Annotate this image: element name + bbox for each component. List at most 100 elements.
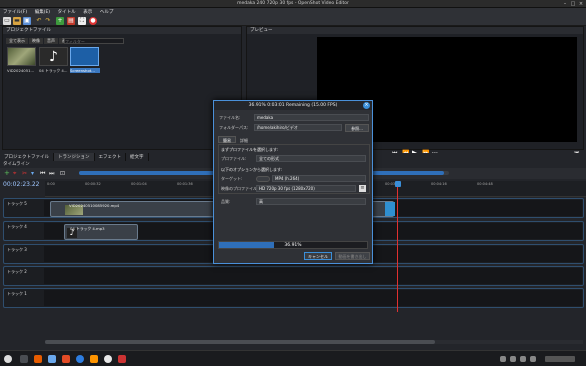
undo-icon[interactable]: ↶ — [35, 17, 43, 25]
tab-project-files[interactable]: プロジェクトファイル — [0, 153, 54, 161]
file-thumb-video[interactable] — [7, 47, 36, 66]
filter-all[interactable]: 全て表示 — [6, 38, 28, 44]
track-body[interactable] — [44, 290, 582, 306]
options-section-label: 以下のオプションから選択します: — [221, 167, 283, 172]
tab-simple[interactable]: 簡易 — [218, 136, 236, 143]
ubuntu-software-icon[interactable] — [34, 355, 42, 363]
files-icon[interactable] — [48, 355, 56, 363]
next-marker-icon[interactable]: ⏭ — [49, 170, 54, 178]
tab-advanced[interactable]: 詳細 — [236, 137, 252, 144]
minimize-icon[interactable]: – — [562, 1, 568, 7]
chrome-icon[interactable] — [104, 355, 112, 363]
project-files-header: プロジェクトファイル — [3, 27, 241, 34]
close-icon[interactable]: × — [363, 102, 370, 109]
ruler-label: 00:00:32 — [85, 182, 101, 186]
track-name: トラック 3 — [7, 247, 27, 252]
clock[interactable] — [545, 356, 575, 362]
menu-view[interactable]: 表示 — [80, 8, 95, 16]
file-label-audio: 04 トラック 4... — [39, 68, 68, 73]
profile-icon[interactable]: ▤ — [67, 17, 75, 25]
previous-marker-icon[interactable]: ⏮ — [40, 170, 45, 178]
file-label-image: Screenshot... — [70, 68, 100, 73]
app-icon[interactable] — [62, 355, 70, 363]
export-video-icon[interactable]: ● — [89, 17, 97, 25]
timecode-display: 00:02:23.22 — [3, 181, 40, 188]
menu-bar: ファイル(F) 編集(E) タイトル 表示 ヘルプ — [0, 8, 586, 16]
playhead-handle[interactable] — [395, 181, 401, 187]
fullscreen-icon[interactable]: ⛶ — [78, 17, 86, 25]
track-name: トラック 5 — [7, 201, 27, 206]
export-dialog: 36.91% 0:03:01 Remaining (15.00 FPS) × フ… — [213, 100, 373, 264]
profile-select[interactable]: 全ての形式 — [256, 155, 366, 162]
tab-emojis[interactable]: 絵文字 — [126, 153, 149, 161]
import-files-icon[interactable]: + — [56, 17, 64, 25]
battery-icon[interactable] — [530, 356, 536, 362]
new-project-icon[interactable]: ▭ — [3, 17, 11, 25]
maximize-icon[interactable]: □ — [570, 1, 576, 7]
open-folder-icon[interactable]: ▬ — [13, 17, 21, 25]
tray-icon[interactable] — [500, 356, 506, 362]
desktop-icon[interactable] — [20, 355, 28, 363]
file-label-video: VID2024051... — [7, 68, 35, 73]
menu-edit[interactable]: 編集(E) — [32, 8, 53, 16]
filter-audio[interactable]: 音声 — [44, 38, 58, 44]
timeline-scrollbar[interactable] — [45, 340, 583, 344]
target-icon — [256, 176, 270, 182]
clip-label: VID20240510085920.mp4 — [69, 203, 120, 208]
add-track-icon[interactable]: + — [4, 169, 10, 177]
video-profile-select[interactable]: HD 720p 30 fps (1280x720) — [256, 185, 356, 192]
quality-select[interactable]: 高 — [256, 198, 366, 205]
folder-field[interactable]: /home/akihiro/ビデオ — [254, 124, 342, 131]
export-progress-bar: 36.91% — [218, 241, 368, 249]
redo-icon[interactable]: ↷ — [44, 17, 52, 25]
filter-video[interactable]: 映像 — [29, 38, 43, 44]
network-icon[interactable] — [510, 356, 516, 362]
dialog-title: 36.91% 0:03:01 Remaining (15.00 FPS) — [248, 103, 338, 108]
center-playhead-icon[interactable]: ⊡ — [60, 170, 65, 177]
openshot-icon[interactable] — [118, 355, 126, 363]
firefox-icon[interactable] — [90, 355, 98, 363]
track-name: トラック 1 — [7, 291, 27, 296]
browser-icon[interactable] — [76, 355, 84, 363]
track-2[interactable]: トラック 2 — [3, 266, 584, 286]
window-title: medaka 240 720p 30 fps - OpenShot Video … — [237, 1, 349, 6]
menu-file[interactable]: ファイル(F) — [0, 8, 30, 16]
track-body[interactable] — [44, 268, 582, 284]
app-menu-icon[interactable] — [4, 355, 12, 363]
dialog-titlebar: 36.91% 0:03:01 Remaining (15.00 FPS) × — [214, 101, 372, 110]
ruler-label: 00:04:48 — [477, 182, 493, 186]
profile-label: プロファイル: — [221, 156, 247, 161]
ruler-label: 00:04:16 — [431, 182, 447, 186]
audio-clip[interactable]: ♪ 04 トラック 4.mp3 — [64, 224, 138, 240]
clip-selection-handle[interactable] — [385, 202, 395, 216]
ruler-label: 00:01:36 — [177, 182, 193, 186]
main-toolbar: ▭ ▬ ▣ ↶ ↷ + ▤ ⛶ ● — [0, 16, 586, 26]
edit-profile-icon[interactable]: ≡ — [359, 185, 366, 192]
target-select[interactable]: MP4 (h.264) — [272, 175, 366, 182]
browse-button[interactable]: 参照... — [345, 124, 369, 132]
export-button[interactable]: 動画を書き出し — [335, 252, 370, 260]
cancel-button[interactable]: キャンセル — [304, 252, 332, 260]
taskbar — [0, 350, 586, 366]
menu-title[interactable]: タイトル — [55, 8, 79, 16]
snap-icon[interactable]: ⌖ — [13, 170, 16, 178]
tab-effects[interactable]: エフェクト — [95, 153, 126, 161]
close-icon[interactable]: × — [578, 1, 584, 7]
filename-label: ファイル名: — [219, 115, 241, 120]
profile-section-label: まずプロファイルを選択します: — [221, 147, 279, 152]
filename-field[interactable]: medaka — [254, 114, 369, 121]
project-files-panel: プロジェクトファイル 全て表示映像音声画像 VID2024051... ♪ 04… — [2, 26, 242, 150]
track-name: トラック 4 — [7, 224, 27, 229]
track-name: トラック 2 — [7, 269, 27, 274]
save-icon[interactable]: ▣ — [23, 17, 31, 25]
volume-icon[interactable] — [520, 356, 526, 362]
razor-icon[interactable]: ✂ — [22, 170, 27, 177]
music-note-icon[interactable]: ♪ — [39, 47, 68, 66]
folder-label: フォルダーパス: — [219, 125, 249, 130]
add-marker-icon[interactable]: ▾ — [31, 170, 34, 177]
tab-transitions[interactable]: トランジション — [54, 153, 95, 161]
menu-help[interactable]: ヘルプ — [97, 8, 117, 16]
filter-input[interactable] — [64, 38, 124, 44]
file-thumb-image[interactable] — [70, 47, 99, 66]
track-1[interactable]: トラック 1 — [3, 288, 584, 308]
